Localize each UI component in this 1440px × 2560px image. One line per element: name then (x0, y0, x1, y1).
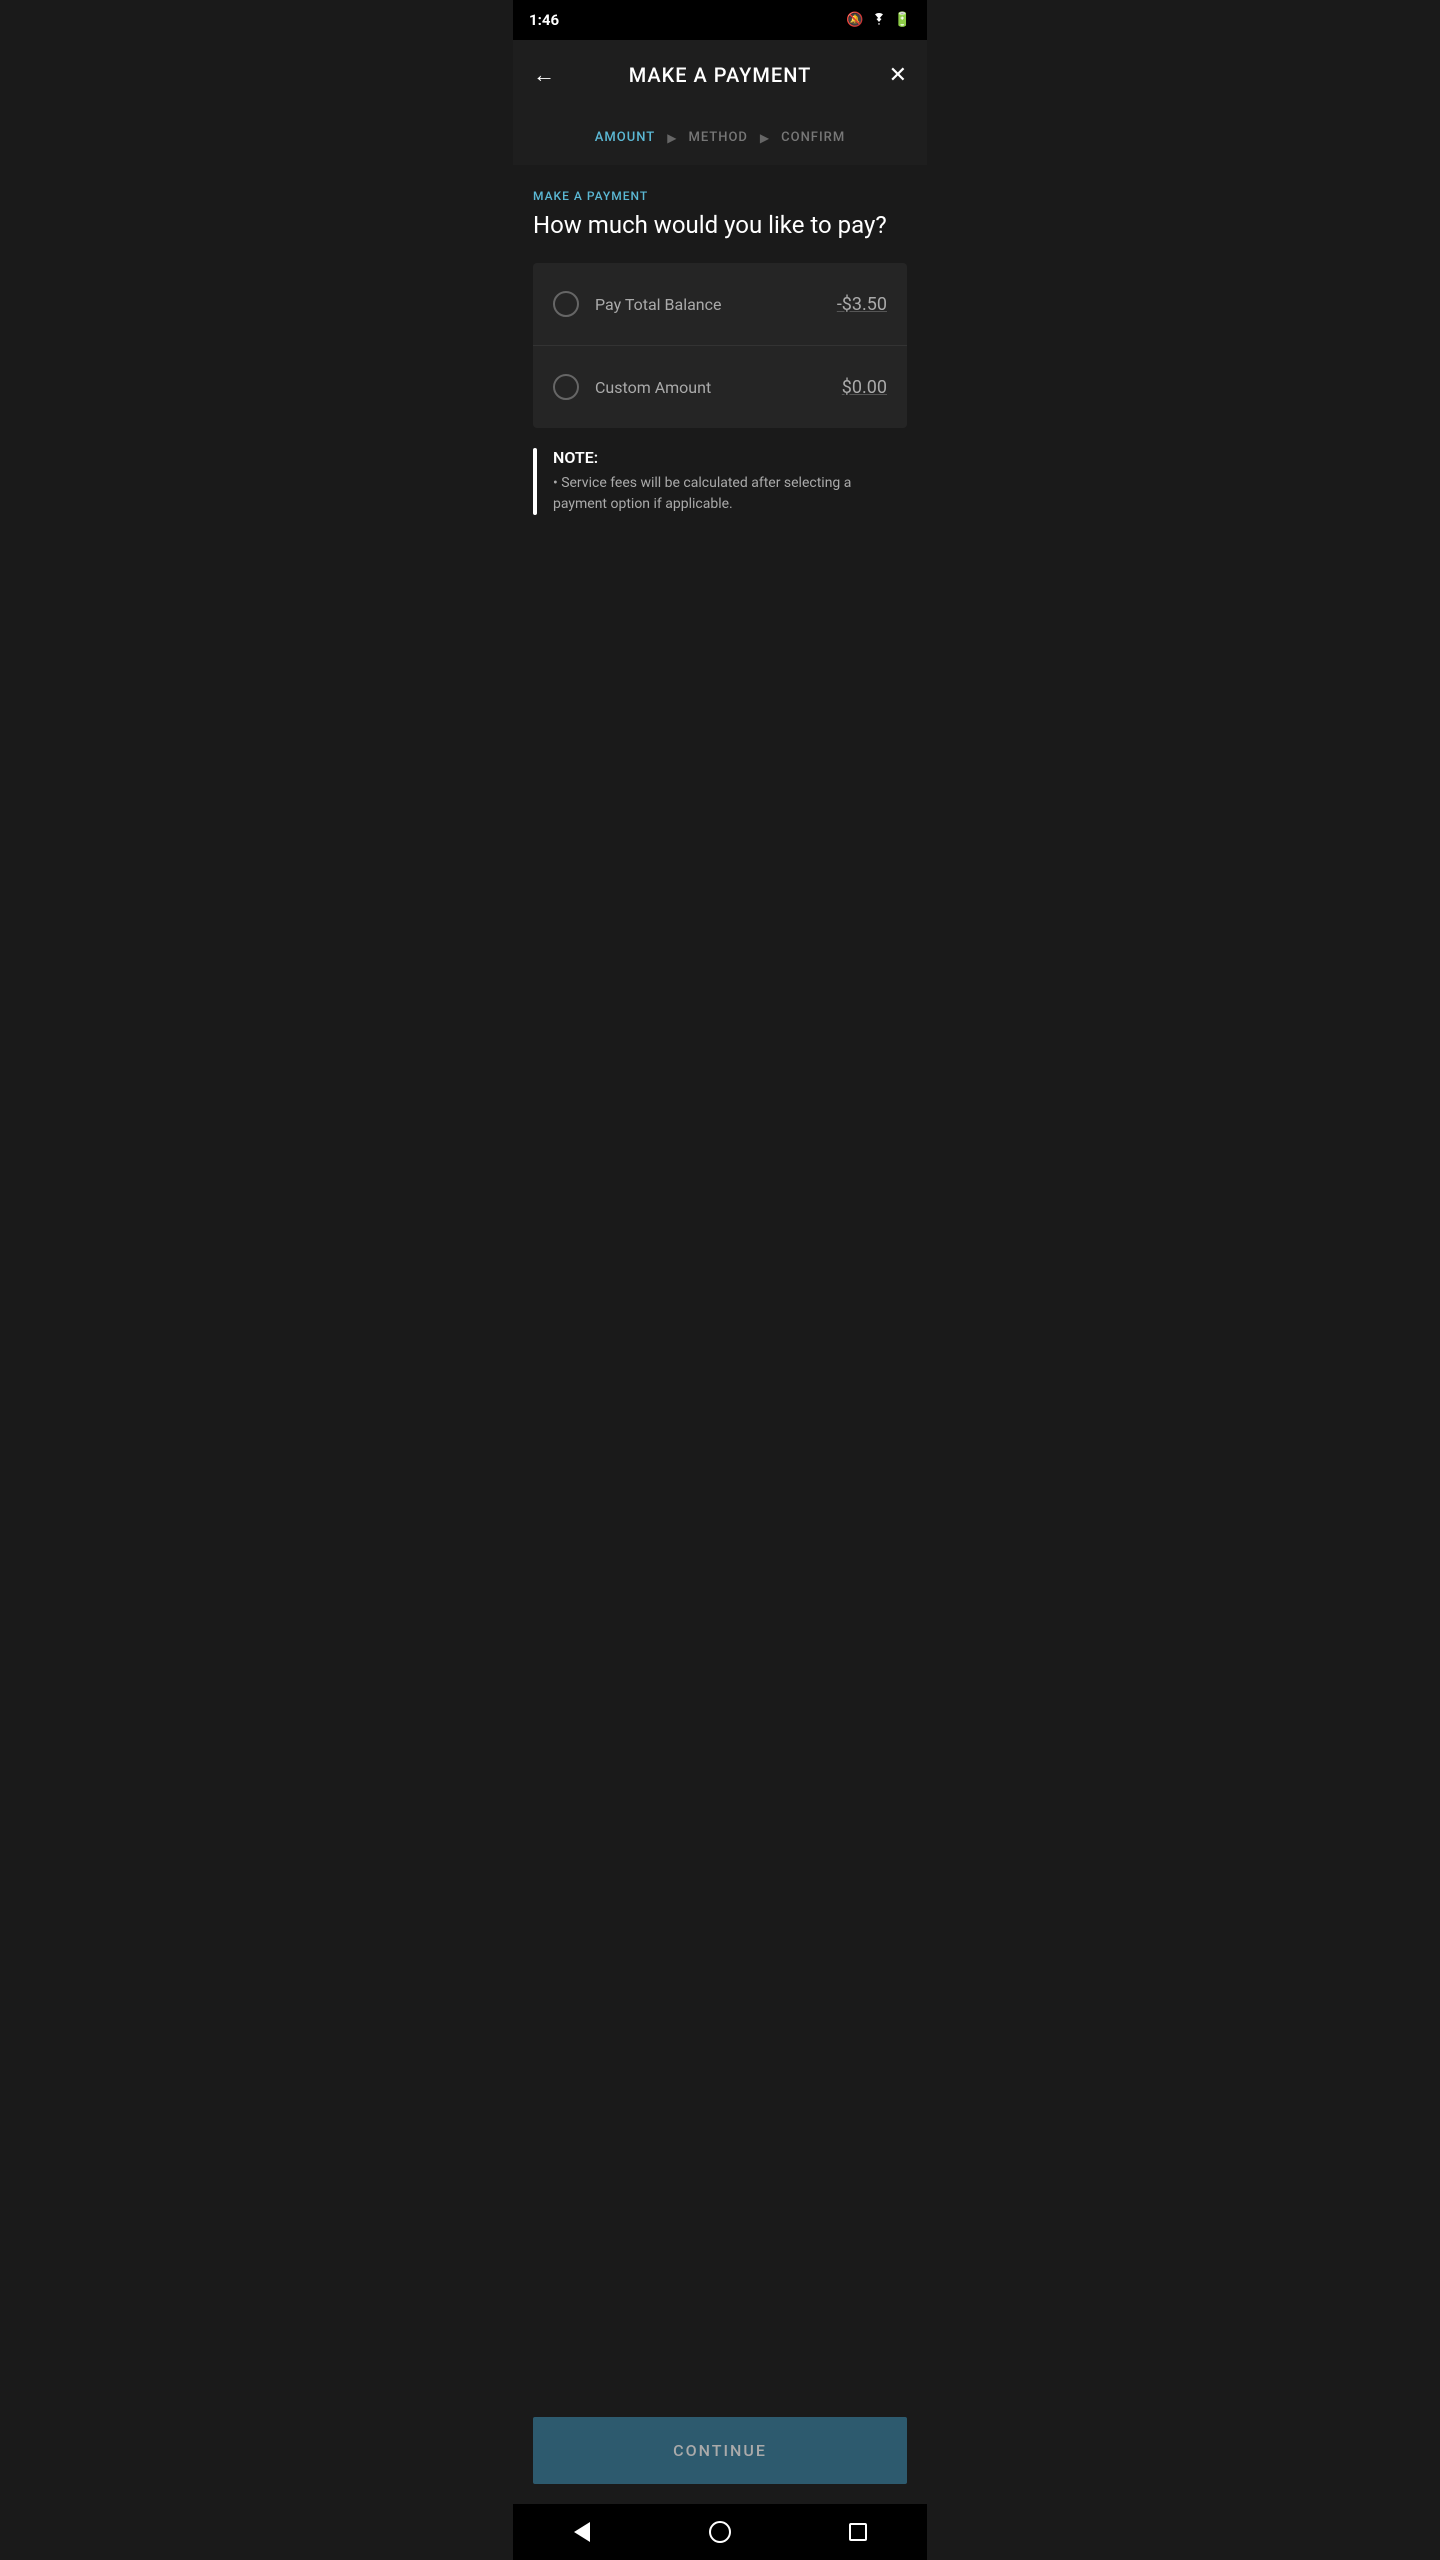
main-content: MAKE A PAYMENT How much would you like t… (513, 165, 927, 1488)
spacer (513, 1488, 927, 2417)
nav-recents-icon (849, 2523, 867, 2541)
option-custom-amount-value: $0.00 (842, 377, 887, 398)
step-confirm[interactable]: CONFIRM (781, 130, 845, 145)
option-total-balance[interactable]: Pay Total Balance -$3.50 (533, 263, 907, 346)
nav-back-icon (574, 2522, 590, 2542)
radio-custom-amount[interactable] (553, 374, 579, 400)
nav-back-button[interactable] (557, 2517, 607, 2547)
notification-muted-icon: 🔕 (846, 12, 863, 28)
section-label: MAKE A PAYMENT (533, 189, 907, 203)
stepper-nav: AMOUNT ▶ METHOD ▶ CONFIRM (513, 110, 927, 165)
back-button[interactable]: ← (533, 62, 573, 88)
header: ← MAKE A PAYMENT ✕ (513, 40, 927, 110)
option-total-balance-amount: -$3.50 (837, 294, 887, 315)
battery-icon: 🔋 (894, 12, 911, 28)
status-icons: 🔕 🔋 (846, 11, 911, 29)
option-total-balance-label: Pay Total Balance (595, 295, 837, 314)
status-bar: 1:46 🔕 🔋 (513, 0, 927, 40)
note-section: NOTE: • Service fees will be calculated … (533, 448, 907, 515)
chevron-right-icon-2: ▶ (760, 131, 769, 145)
chevron-right-icon-1: ▶ (667, 131, 676, 145)
nav-home-icon (709, 2521, 731, 2543)
option-custom-amount-label: Custom Amount (595, 378, 842, 397)
note-bar-indicator (533, 448, 537, 515)
wifi-icon (870, 11, 888, 29)
continue-button[interactable]: CONTINUE (533, 2417, 907, 2484)
page-title: MAKE A PAYMENT (629, 63, 812, 87)
close-button[interactable]: ✕ (867, 63, 907, 88)
status-time: 1:46 (529, 11, 559, 29)
note-content: NOTE: • Service fees will be calculated … (553, 448, 907, 515)
payment-options-card: Pay Total Balance -$3.50 Custom Amount $… (533, 263, 907, 428)
nav-home-button[interactable] (695, 2517, 745, 2547)
nav-recents-button[interactable] (833, 2517, 883, 2547)
step-amount[interactable]: AMOUNT (595, 130, 655, 145)
note-title: NOTE: (553, 448, 907, 467)
step-method[interactable]: METHOD (688, 130, 747, 145)
nav-bar (513, 2504, 927, 2560)
radio-total-balance[interactable] (553, 291, 579, 317)
note-text: • Service fees will be calculated after … (553, 473, 907, 515)
option-custom-amount[interactable]: Custom Amount $0.00 (533, 346, 907, 428)
section-title: How much would you like to pay? (533, 211, 907, 239)
